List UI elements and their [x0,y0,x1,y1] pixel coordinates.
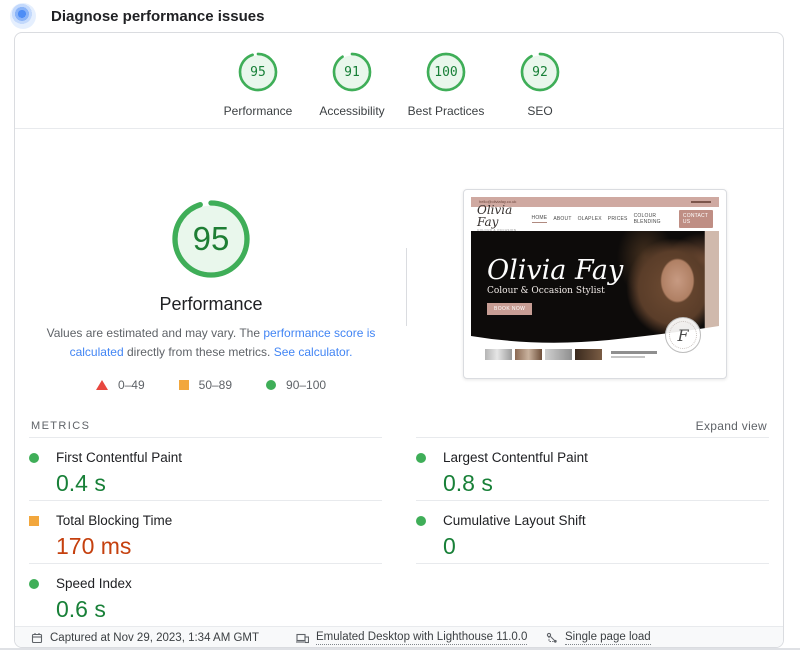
metric-name: First Contentful Paint [56,450,183,465]
preview-hero-text: Olivia Fay Colour & Occasion Stylist BOO… [487,257,623,315]
page-header: Diagnose performance issues [10,3,264,29]
gallery-thumb [575,349,602,360]
final-screenshot-thumbnail[interactable]: hello@oliviafay.co.uk Olivia Fay COLOUR &… [463,189,727,379]
devices-icon [296,633,309,644]
performance-main-gauge: 95 [171,199,251,279]
emulation-info: Emulated Desktop with Lighthouse 11.0.0 [296,631,546,645]
preview-hero-subtitle: Colour & Occasion Stylist [487,286,605,296]
calendar-icon [31,633,43,644]
legend-fail: 0–49 [95,378,145,393]
preview-nav-contact: CONTACT US [678,210,713,228]
load-type-text[interactable]: Single page load [565,631,651,645]
performance-score-panel: 95 Performance Values are estimated and … [15,129,407,411]
metric-status-icon [416,515,426,526]
preview-phone [691,201,711,203]
legend-good: 90–100 [266,378,326,392]
gauge-score: 95 [250,64,266,80]
preview-nav-colour-blending: COLOUR BLENDING [633,213,661,225]
capture-time-text: Captured at Nov 29, 2023, 1:34 AM GMT [50,632,260,644]
category-gauges-row: 95 Performance 91 Accessibility 100 Best… [15,33,783,128]
legend-range: 0–49 [117,378,145,393]
gauge-label: Best Practices [407,104,485,118]
gauge-score: 100 [434,64,458,80]
metric-first-contentful-paint: First Contentful Paint 0.4 s [29,437,382,500]
description-text: directly from these metrics. [123,344,274,359]
gauge-label: SEO [527,104,553,118]
preview-email: hello@oliviafay.co.uk [479,199,517,205]
preview-book-now-button: BOOK NOW [487,303,533,315]
vertical-divider [406,248,407,326]
performance-description: Values are estimated and may vary. The p… [39,324,383,361]
metric-name: Speed Index [56,576,132,591]
metrics-header: METRICS Expand view [15,411,783,437]
metric-name: Cumulative Layout Shift [443,513,586,528]
performance-main-score: 95 [192,220,230,257]
gauge-performance[interactable]: 95 Performance [216,52,300,128]
capture-time: Captured at Nov 29, 2023, 1:34 AM GMT [31,632,296,644]
gauge-score: 91 [344,64,360,80]
preview-hero-title: Olivia Fay [487,255,624,286]
metric-value: 0 [443,533,456,559]
metric-value: 0.6 s [56,596,106,622]
legend-range: 90–100 [286,378,327,393]
screenshot-panel: hello@oliviafay.co.uk Olivia Fay COLOUR &… [407,129,783,411]
legend-average: 50–89 [178,378,233,393]
metric-status-icon [29,578,39,589]
preview-gallery-strip [485,349,657,360]
preview-nav-prices: PRICES [607,216,628,222]
single-page-load-icon [546,632,557,643]
metrics-section-label: METRICS [31,420,91,432]
report-footer: Captured at Nov 29, 2023, 1:34 AM GMT Em… [15,626,783,647]
preview-nav-about: ABOUT [553,216,572,222]
preview-nav-items: HOME ABOUT OLAPLEX PRICES COLOUR BLENDIN… [531,210,713,228]
metric-cumulative-layout-shift: Cumulative Layout Shift 0 [416,500,769,563]
metric-value: 0.4 s [56,470,106,496]
gauge-score: 92 [532,64,548,80]
diagnose-pulse-icon [10,3,36,29]
emulation-info-text[interactable]: Emulated Desktop with Lighthouse 11.0.0 [316,631,528,645]
gallery-caption-bars [611,351,657,358]
legend-range: 50–89 [198,378,233,393]
gauge-seo[interactable]: 92 SEO [498,52,582,128]
metric-empty-cell [416,563,769,626]
preview-badge-letter: F [677,325,689,345]
gallery-thumb [515,349,542,360]
metric-status-icon [29,452,39,463]
metric-name: Total Blocking Time [56,513,173,528]
gauge-best-practices[interactable]: 100 Best Practices [404,52,488,128]
see-calculator-link[interactable]: See calculator. [274,345,353,359]
lighthouse-report-card: 95 Performance 91 Accessibility 100 Best… [14,32,784,648]
preview-nav-olaplex: OLAPLEX [577,216,602,222]
average-square-icon [178,380,189,391]
preview-navbar: Olivia FayCOLOUR & OCCASION STYLIST HOME… [471,204,719,234]
gauge-accessibility[interactable]: 91 Accessibility [310,52,394,128]
load-type-info: Single page load [546,631,651,645]
gallery-thumb [545,349,572,360]
performance-title: Performance [159,294,263,314]
site-preview: hello@oliviafay.co.uk Olivia Fay COLOUR &… [471,197,719,371]
metric-value: 0.8 s [443,470,493,496]
preview-nav-home: HOME [531,215,548,223]
gauge-label: Accessibility [319,104,385,118]
metric-name: Largest Contentful Paint [443,450,588,465]
metric-status-icon [416,452,426,463]
metric-largest-contentful-paint: Largest Contentful Paint 0.8 s [416,437,769,500]
gallery-thumb [485,349,512,360]
description-text: Values are estimated and may vary. The [46,326,264,340]
expand-view-button[interactable]: Expand view [696,419,767,433]
metric-status-icon [29,515,39,526]
metric-total-blocking-time: Total Blocking Time 170 ms [29,500,382,563]
score-legend: 0–49 50–89 90–100 [95,378,326,393]
performance-summary-row: 95 Performance Values are estimated and … [15,129,783,411]
preview-logo: Olivia FayCOLOUR & OCCASION STYLIST [477,204,532,235]
metric-value: 170 ms [56,533,132,559]
fail-triangle-icon [95,380,108,391]
page-title: Diagnose performance issues [51,7,265,25]
good-circle-icon [266,380,277,391]
metric-speed-index: Speed Index 0.6 s [29,563,382,626]
preview-topbar: hello@oliviafay.co.uk [471,197,719,207]
preview-stamp-badge: F [665,317,701,353]
metrics-grid: First Contentful Paint 0.4 s Largest Con… [15,437,783,626]
gauge-label: Performance [223,104,293,118]
